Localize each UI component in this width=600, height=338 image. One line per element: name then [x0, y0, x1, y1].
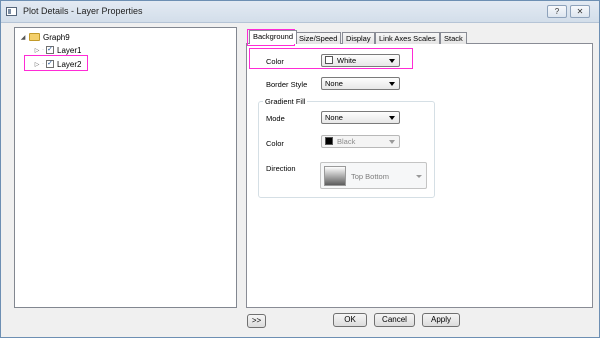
direction-value: Top Bottom	[351, 172, 389, 181]
window-icon	[6, 7, 17, 16]
mode-label: Mode	[266, 114, 285, 123]
ok-button[interactable]: OK	[333, 313, 367, 327]
gradient-fill-title: Gradient Fill	[263, 97, 308, 106]
window-title: Plot Details - Layer Properties	[23, 6, 143, 16]
tab-stack[interactable]: Stack	[440, 32, 467, 44]
title-bar: Plot Details - Layer Properties ? ✕	[1, 1, 599, 23]
chevron-down-icon	[389, 140, 395, 144]
layer1-checkbox[interactable]: ✓	[46, 46, 54, 54]
color-highlight	[249, 48, 413, 69]
close-button[interactable]: ✕	[570, 5, 590, 18]
folder-icon	[29, 33, 40, 41]
tree-item-label: Graph9	[43, 32, 70, 42]
border-style-label: Border Style	[266, 80, 308, 89]
tree-item-graph9[interactable]: ◢ Graph9	[19, 31, 70, 43]
plot-details-window: Plot Details - Layer Properties ? ✕ ◢ Gr…	[0, 0, 600, 338]
border-style-value: None	[325, 79, 343, 88]
tab-size-speed[interactable]: Size/Speed	[295, 32, 342, 44]
chevron-down-icon	[389, 82, 395, 86]
layer2-highlight	[24, 55, 88, 71]
tab-background[interactable]: Background	[249, 30, 298, 44]
tab-display[interactable]: Display	[342, 32, 375, 44]
direction-dropdown[interactable]: Top Bottom	[320, 162, 427, 189]
mode-value: None	[325, 113, 343, 122]
apply-button[interactable]: Apply	[422, 313, 460, 327]
tree-item-label: Layer1	[57, 45, 82, 55]
chevron-down-icon	[416, 175, 422, 178]
border-style-dropdown[interactable]: None	[321, 77, 400, 90]
cancel-button[interactable]: Cancel	[374, 313, 415, 327]
collapse-icon[interactable]: ◢	[19, 34, 27, 41]
direction-label: Direction	[266, 164, 296, 173]
gradient-color-dropdown[interactable]: Black	[321, 135, 400, 148]
mode-dropdown[interactable]: None	[321, 111, 400, 124]
gradient-preview-icon	[324, 166, 346, 186]
tab-link-axes-scales[interactable]: Link Axes Scales	[375, 32, 440, 44]
chevron-down-icon	[389, 116, 395, 120]
expand-icon[interactable]: ▷	[33, 47, 41, 54]
help-button[interactable]: ?	[547, 5, 567, 18]
gradient-color-swatch	[325, 137, 333, 145]
gradient-color-value: Black	[337, 137, 356, 146]
expand-button[interactable]: >>	[247, 314, 266, 328]
tree-connector: ·	[42, 47, 44, 53]
gradient-color-label: Color	[266, 139, 284, 148]
